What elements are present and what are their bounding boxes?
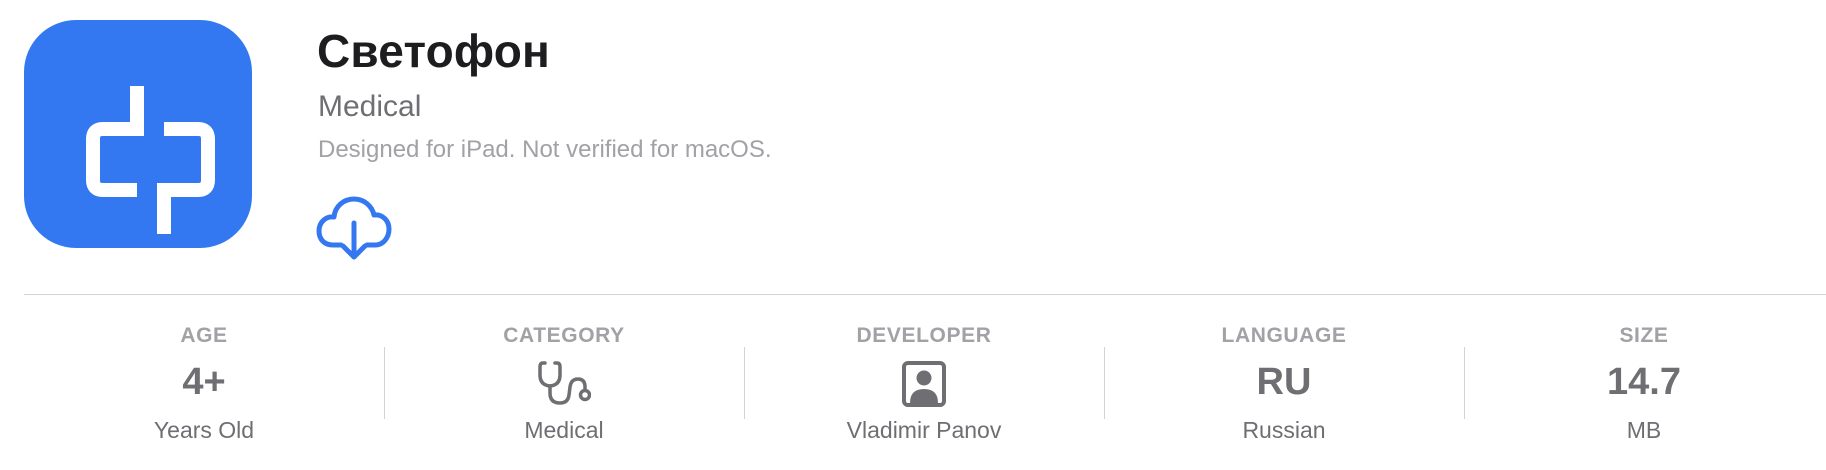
person-portrait-icon (902, 361, 946, 407)
info-size-value: 14.7 (1607, 361, 1681, 403)
info-age-value: 4+ (182, 361, 226, 403)
compatibility-note: Designed for iPad. Not verified for macO… (318, 136, 772, 163)
info-category-label: CATEGORY (503, 324, 625, 347)
info-size: SIZE 14.7 MB (1464, 295, 1824, 470)
info-size-label: SIZE (1619, 324, 1669, 347)
info-developer-sub: Vladimir Panov (846, 417, 1002, 443)
info-language-label: LANGUAGE (1221, 324, 1347, 347)
info-category[interactable]: CATEGORY Medical (384, 295, 744, 470)
cloud-download-icon (316, 196, 392, 260)
app-icon (24, 20, 252, 248)
info-developer-label: DEVELOPER (856, 324, 992, 347)
info-language: LANGUAGE RU Russian (1104, 295, 1464, 470)
download-button[interactable] (316, 193, 392, 263)
info-row: AGE 4+ Years Old CATEGORY Medical DEVELO… (24, 295, 1826, 470)
app-title: Светофон (317, 25, 551, 77)
app-category-subtitle[interactable]: Medical (318, 90, 421, 124)
info-language-value: RU (1256, 361, 1312, 403)
stethoscope-icon (538, 361, 591, 405)
info-category-icon-wrap (384, 360, 744, 406)
info-language-sub: Russian (1242, 417, 1326, 443)
info-category-sub: Medical (524, 417, 604, 443)
info-age-label: AGE (180, 324, 228, 347)
info-developer-icon-wrap (744, 360, 1104, 408)
info-size-sub: MB (1626, 417, 1662, 443)
info-developer[interactable]: DEVELOPER Vladimir Panov (744, 295, 1104, 470)
info-age: AGE 4+ Years Old (24, 295, 384, 470)
svetofon-logo-icon (86, 86, 215, 234)
info-age-sub: Years Old (153, 417, 255, 443)
